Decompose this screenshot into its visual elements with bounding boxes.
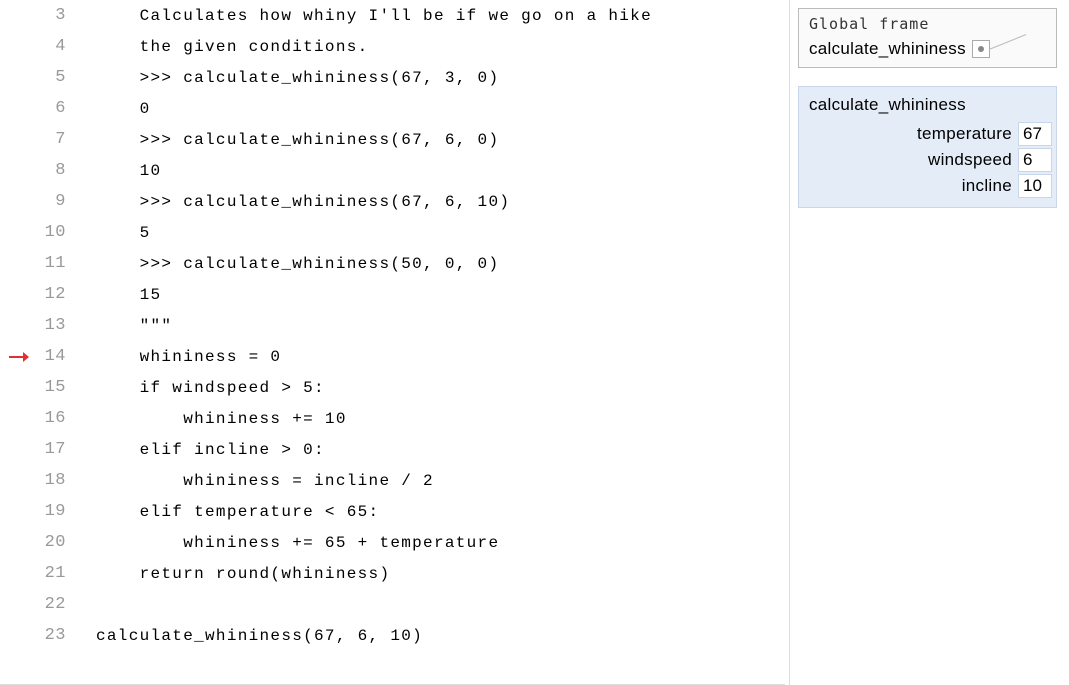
code-line: 14 whininess = 0: [0, 341, 785, 372]
code-line: 20 whininess += 65 + temperature: [0, 527, 785, 558]
code-line: 18 whininess = incline / 2: [0, 465, 785, 496]
code-line: 9 >>> calculate_whininess(67, 6, 10): [0, 186, 785, 217]
line-number: 21: [38, 564, 76, 583]
line-number: 3: [38, 6, 76, 25]
line-number: 4: [38, 37, 76, 56]
local-frame-title: calculate_whininess: [803, 95, 1052, 115]
line-number: 15: [38, 378, 76, 397]
code-line: 17 elif incline > 0:: [0, 434, 785, 465]
code-line: 13 """: [0, 310, 785, 341]
code-line: 11 >>> calculate_whininess(50, 0, 0): [0, 248, 785, 279]
code-line: 19 elif temperature < 65:: [0, 496, 785, 527]
global-var-name: calculate_whininess: [809, 39, 966, 59]
code-line: 5 >>> calculate_whininess(67, 3, 0): [0, 62, 785, 93]
frame-var-row: windspeed 6: [803, 147, 1052, 173]
frame-var-row: incline 10: [803, 173, 1052, 199]
line-number: 6: [38, 99, 76, 118]
code-text: """: [76, 317, 172, 335]
code-text: elif temperature < 65:: [76, 503, 379, 521]
code-line: 6 0: [0, 93, 785, 124]
code-text: 15: [76, 286, 161, 304]
code-line: 12 15: [0, 279, 785, 310]
line-number: 5: [38, 68, 76, 87]
code-line: 3 Calculates how whiny I'll be if we go …: [0, 0, 785, 31]
code-line: 22: [0, 589, 785, 620]
code-text: >>> calculate_whininess(67, 3, 0): [76, 69, 499, 87]
code-text: >>> calculate_whininess(50, 0, 0): [76, 255, 499, 273]
code-text: whininess += 65 + temperature: [76, 534, 499, 552]
var-name: windspeed: [928, 150, 1018, 170]
frames-panel: Global frame calculate_whininess calcula…: [789, 0, 1069, 685]
code-text: >>> calculate_whininess(67, 6, 0): [76, 131, 499, 149]
line-number: 14: [38, 347, 76, 366]
code-text: whininess = incline / 2: [76, 472, 434, 490]
code-text: return round(whininess): [76, 565, 390, 583]
code-line: 15 if windspeed > 5:: [0, 372, 785, 403]
line-number: 8: [38, 161, 76, 180]
var-value: 67: [1018, 122, 1052, 146]
code-text: if windspeed > 5:: [76, 379, 325, 397]
line-number: 12: [38, 285, 76, 304]
current-line-arrow-icon: [9, 351, 29, 363]
global-frame-title: Global frame: [809, 15, 1046, 33]
line-number: 20: [38, 533, 76, 552]
line-number: 17: [38, 440, 76, 459]
line-number: 18: [38, 471, 76, 490]
line-number: 16: [38, 409, 76, 428]
code-line: 16 whininess += 10: [0, 403, 785, 434]
var-value: 6: [1018, 148, 1052, 172]
line-number: 19: [38, 502, 76, 521]
global-frame-entry: calculate_whininess: [809, 39, 1046, 59]
code-text: Calculates how whiny I'll be if we go on…: [76, 7, 652, 25]
code-line: 21 return round(whininess): [0, 558, 785, 589]
code-text: 0: [76, 100, 151, 118]
code-line: 8 10: [0, 155, 785, 186]
var-name: incline: [962, 176, 1018, 196]
code-text: the given conditions.: [76, 38, 369, 56]
local-frame: calculate_whininess temperature 67 winds…: [798, 86, 1057, 208]
line-number: 10: [38, 223, 76, 242]
code-line: 10 5: [0, 217, 785, 248]
code-line: 7 >>> calculate_whininess(67, 6, 0): [0, 124, 785, 155]
var-name: temperature: [917, 124, 1018, 144]
code-text: whininess = 0: [76, 348, 281, 366]
line-number: 13: [38, 316, 76, 335]
arrow-gutter: [0, 351, 38, 363]
code-text: 5: [76, 224, 151, 242]
line-number: 7: [38, 130, 76, 149]
line-number: 22: [38, 595, 76, 614]
code-text: whininess += 10: [76, 410, 347, 428]
global-frame: Global frame calculate_whininess: [798, 8, 1057, 68]
line-number: 11: [38, 254, 76, 273]
code-text: 10: [76, 162, 161, 180]
reference-pointer: [972, 40, 990, 58]
frame-var-row: temperature 67: [803, 121, 1052, 147]
code-text: elif incline > 0:: [76, 441, 325, 459]
code-panel: 3 Calculates how whiny I'll be if we go …: [0, 0, 785, 685]
code-line: 23calculate_whininess(67, 6, 10): [0, 620, 785, 651]
line-number: 9: [38, 192, 76, 211]
code-text: >>> calculate_whininess(67, 6, 10): [76, 193, 510, 211]
line-number: 23: [38, 626, 76, 645]
var-value: 10: [1018, 174, 1052, 198]
code-line: 4 the given conditions.: [0, 31, 785, 62]
code-text: calculate_whininess(67, 6, 10): [76, 627, 423, 645]
